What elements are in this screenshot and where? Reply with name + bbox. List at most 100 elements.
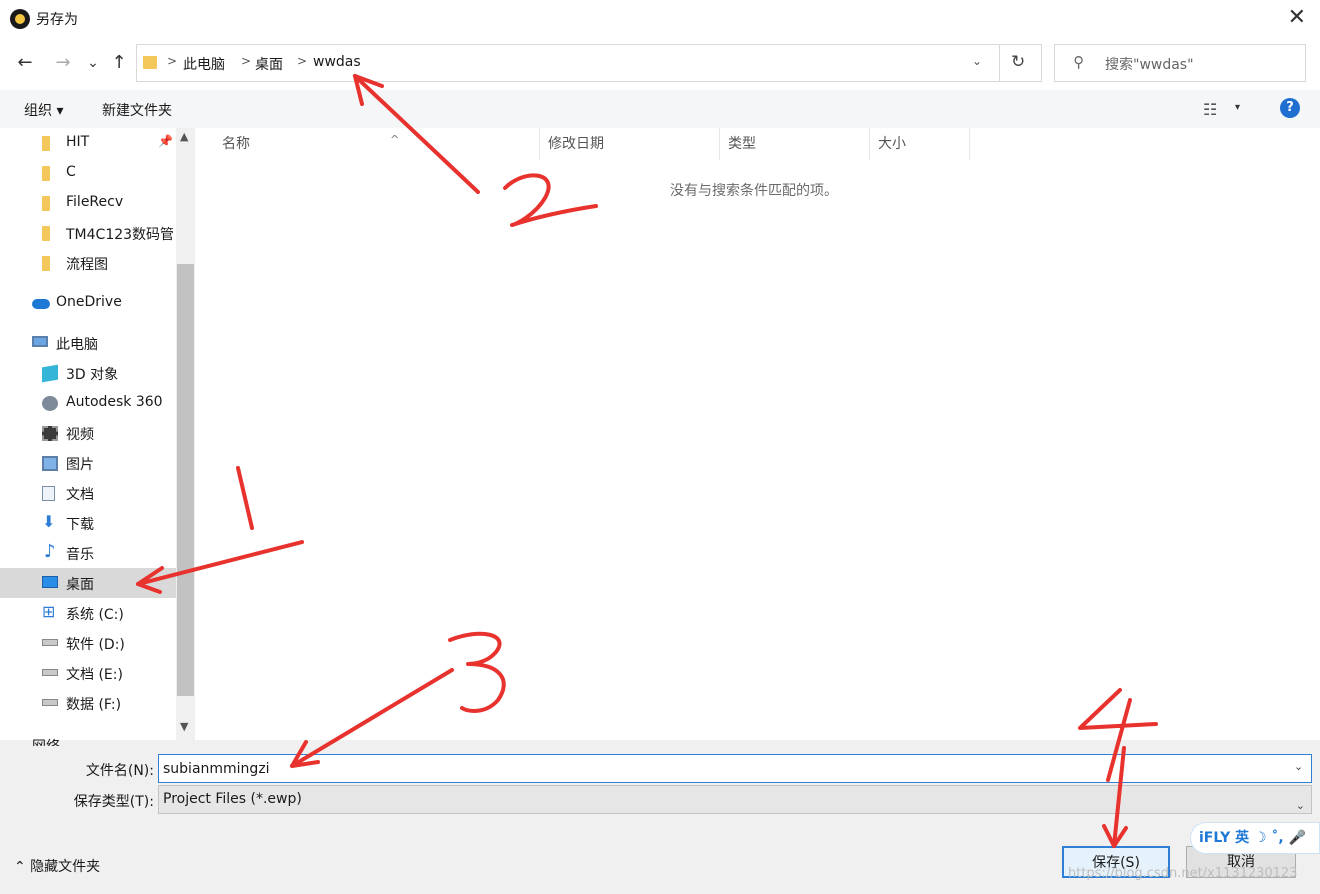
sidebar-item-documents[interactable]: 文档 [0,478,176,508]
breadcrumb-desktop[interactable]: 桌面 [255,54,283,74]
sidebar-item-label: 音乐 [66,547,94,563]
column-modified[interactable]: 修改日期 [540,128,720,160]
navigation-pane: HIT 📌 C FileRecv TM4C123数码管 流程图 OneDrive… [0,128,176,740]
new-folder-button[interactable]: 新建文件夹 [102,100,172,120]
sidebar-item-drive-f[interactable]: 数据 (F:) [0,688,176,718]
folder-icon [42,256,50,271]
scroll-thumb[interactable] [177,264,194,696]
sidebar-item-label: 系统 (C:) [66,607,124,623]
sidebar-item-label: 视频 [66,427,94,443]
filetype-select[interactable]: Project Files (*.ewp) ⌄ [158,785,1312,814]
sidebar-item-onedrive[interactable]: OneDrive [0,288,176,318]
chevron-down-icon[interactable]: ⌄ [1294,760,1314,773]
filetype-label: 保存类型(T): [73,794,154,810]
sidebar-item-tm4c123[interactable]: TM4C123数码管 [0,218,176,248]
sidebar-item-label: OneDrive [56,294,122,310]
watermark: https://blog.csdn.net/x1131230123 [1068,866,1298,881]
sidebar-item-label: Autodesk 360 [66,394,163,410]
sidebar-item-label: C [66,164,76,180]
command-toolbar: 组织 ▾ 新建文件夹 ☷ ▾ ? [0,90,1320,128]
sidebar-item-label: 下载 [66,517,94,533]
recent-locations-icon[interactable]: ⌄ [82,50,104,76]
column-size[interactable]: 大小 [870,128,970,160]
organize-button[interactable]: 组织 ▾ [24,100,63,120]
sidebar-item-label: 数据 (F:) [66,697,122,713]
caret-down-icon[interactable]: ▾ [1235,102,1240,113]
drive-icon [42,669,58,676]
empty-message: 没有与搜索条件匹配的项。 [670,183,838,199]
sidebar-item-3d-objects[interactable]: 3D 对象 [0,358,176,388]
sidebar-item-label: HIT [66,134,90,150]
scroll-down-icon[interactable]: ▼ [180,720,188,733]
sidebar-item-filerecv[interactable]: FileRecv [0,188,176,218]
sidebar-item-drive-e[interactable]: 文档 (E:) [0,658,176,688]
pin-icon[interactable]: 📌 [158,134,173,148]
breadcrumb-separator[interactable]: > [241,54,251,68]
column-type[interactable]: 类型 [720,128,870,160]
forward-arrow-icon[interactable]: → [52,50,74,76]
onedrive-icon [32,299,50,309]
sidebar-item-drive-d[interactable]: 软件 (D:) [0,628,176,658]
title-bar: 另存为 ✕ [0,0,1320,38]
sidebar-item-this-pc[interactable]: 此电脑 [0,328,176,358]
sidebar-item-c[interactable]: C [0,158,176,188]
folder-icon [42,196,50,211]
drive-icon [42,639,58,646]
sidebar-item-label: 流程图 [66,257,108,273]
column-label: 大小 [878,136,906,152]
breadcrumb-separator[interactable]: > [167,54,177,68]
system-drive-icon [42,602,58,621]
scroll-up-icon[interactable]: ▲ [180,130,188,143]
close-button[interactable]: ✕ [1288,6,1306,30]
autodesk-icon [42,396,58,411]
sidebar-item-label: TM4C123数码管 [66,227,175,243]
breadcrumb-this-pc[interactable]: 此电脑 [183,54,225,74]
help-icon[interactable]: ? [1280,98,1300,118]
breadcrumb-separator[interactable]: > [297,54,307,68]
column-label: 类型 [728,136,756,152]
refresh-icon[interactable]: ↻ [1011,52,1025,72]
view-options-icon[interactable]: ☷ [1203,100,1217,119]
sidebar-item-drive-c[interactable]: 系统 (C:) [0,598,176,628]
back-arrow-icon[interactable]: ← [14,50,36,76]
sidebar-item-label: 文档 (E:) [66,667,123,683]
filename-input[interactable] [158,754,1312,783]
address-bar[interactable]: > 此电脑 > 桌面 > wwdas ⌄ ↻ [136,44,1042,82]
picture-icon [42,456,58,471]
document-icon [42,486,55,501]
sidebar-item-autodesk[interactable]: Autodesk 360 [0,388,176,418]
ime-toolbar[interactable]: iFLY 英 ☽ ˚, 🎤 [1190,822,1320,854]
sidebar-item-downloads[interactable]: 下载 [0,508,176,538]
video-icon [42,426,58,441]
music-icon [42,541,58,562]
sidebar-item-hit[interactable]: HIT 📌 [0,128,176,158]
sidebar-item-pictures[interactable]: 图片 [0,448,176,478]
sidebar-scrollbar[interactable]: ▲ ▼ [176,128,195,740]
window-title: 另存为 [36,12,78,28]
column-label: 修改日期 [548,136,604,152]
file-list: 名称 ^ 修改日期 类型 大小 没有与搜索条件匹配的项。 [196,128,1320,740]
breadcrumb-wwdas[interactable]: wwdas [313,54,361,70]
hide-folders-button[interactable]: ⌃ 隐藏文件夹 [14,856,100,876]
sidebar-item-music[interactable]: 音乐 [0,538,176,568]
3d-objects-icon [42,364,58,383]
search-placeholder[interactable]: 搜索"wwdas" [1105,54,1194,74]
this-pc-icon [32,336,48,347]
sidebar-item-desktop[interactable]: 桌面 [0,568,176,598]
sidebar-item-label: 图片 [66,457,94,473]
up-arrow-icon[interactable]: ↑ [108,50,130,76]
download-icon [42,512,58,531]
chevron-down-icon[interactable]: ⌄ [1296,792,1305,819]
filename-label: 文件名(N): [85,763,154,779]
search-box[interactable]: ⚲ 搜索"wwdas" [1054,44,1306,82]
filetype-value: Project Files (*.ewp) [163,791,302,807]
folder-icon [42,136,50,151]
sidebar-item-label: 软件 (D:) [66,637,125,653]
sidebar-item-videos[interactable]: 视频 [0,418,176,448]
folder-icon [143,56,157,69]
chevron-down-icon[interactable]: ⌄ [972,54,982,68]
sidebar-item-network[interactable]: 网络 [32,736,60,746]
column-name[interactable]: 名称 ^ [214,128,540,160]
save-form: 网络 文件名(N): ⌄ 保存类型(T): Project Files (*.e… [0,739,1320,894]
sidebar-item-flowchart[interactable]: 流程图 [0,248,176,278]
